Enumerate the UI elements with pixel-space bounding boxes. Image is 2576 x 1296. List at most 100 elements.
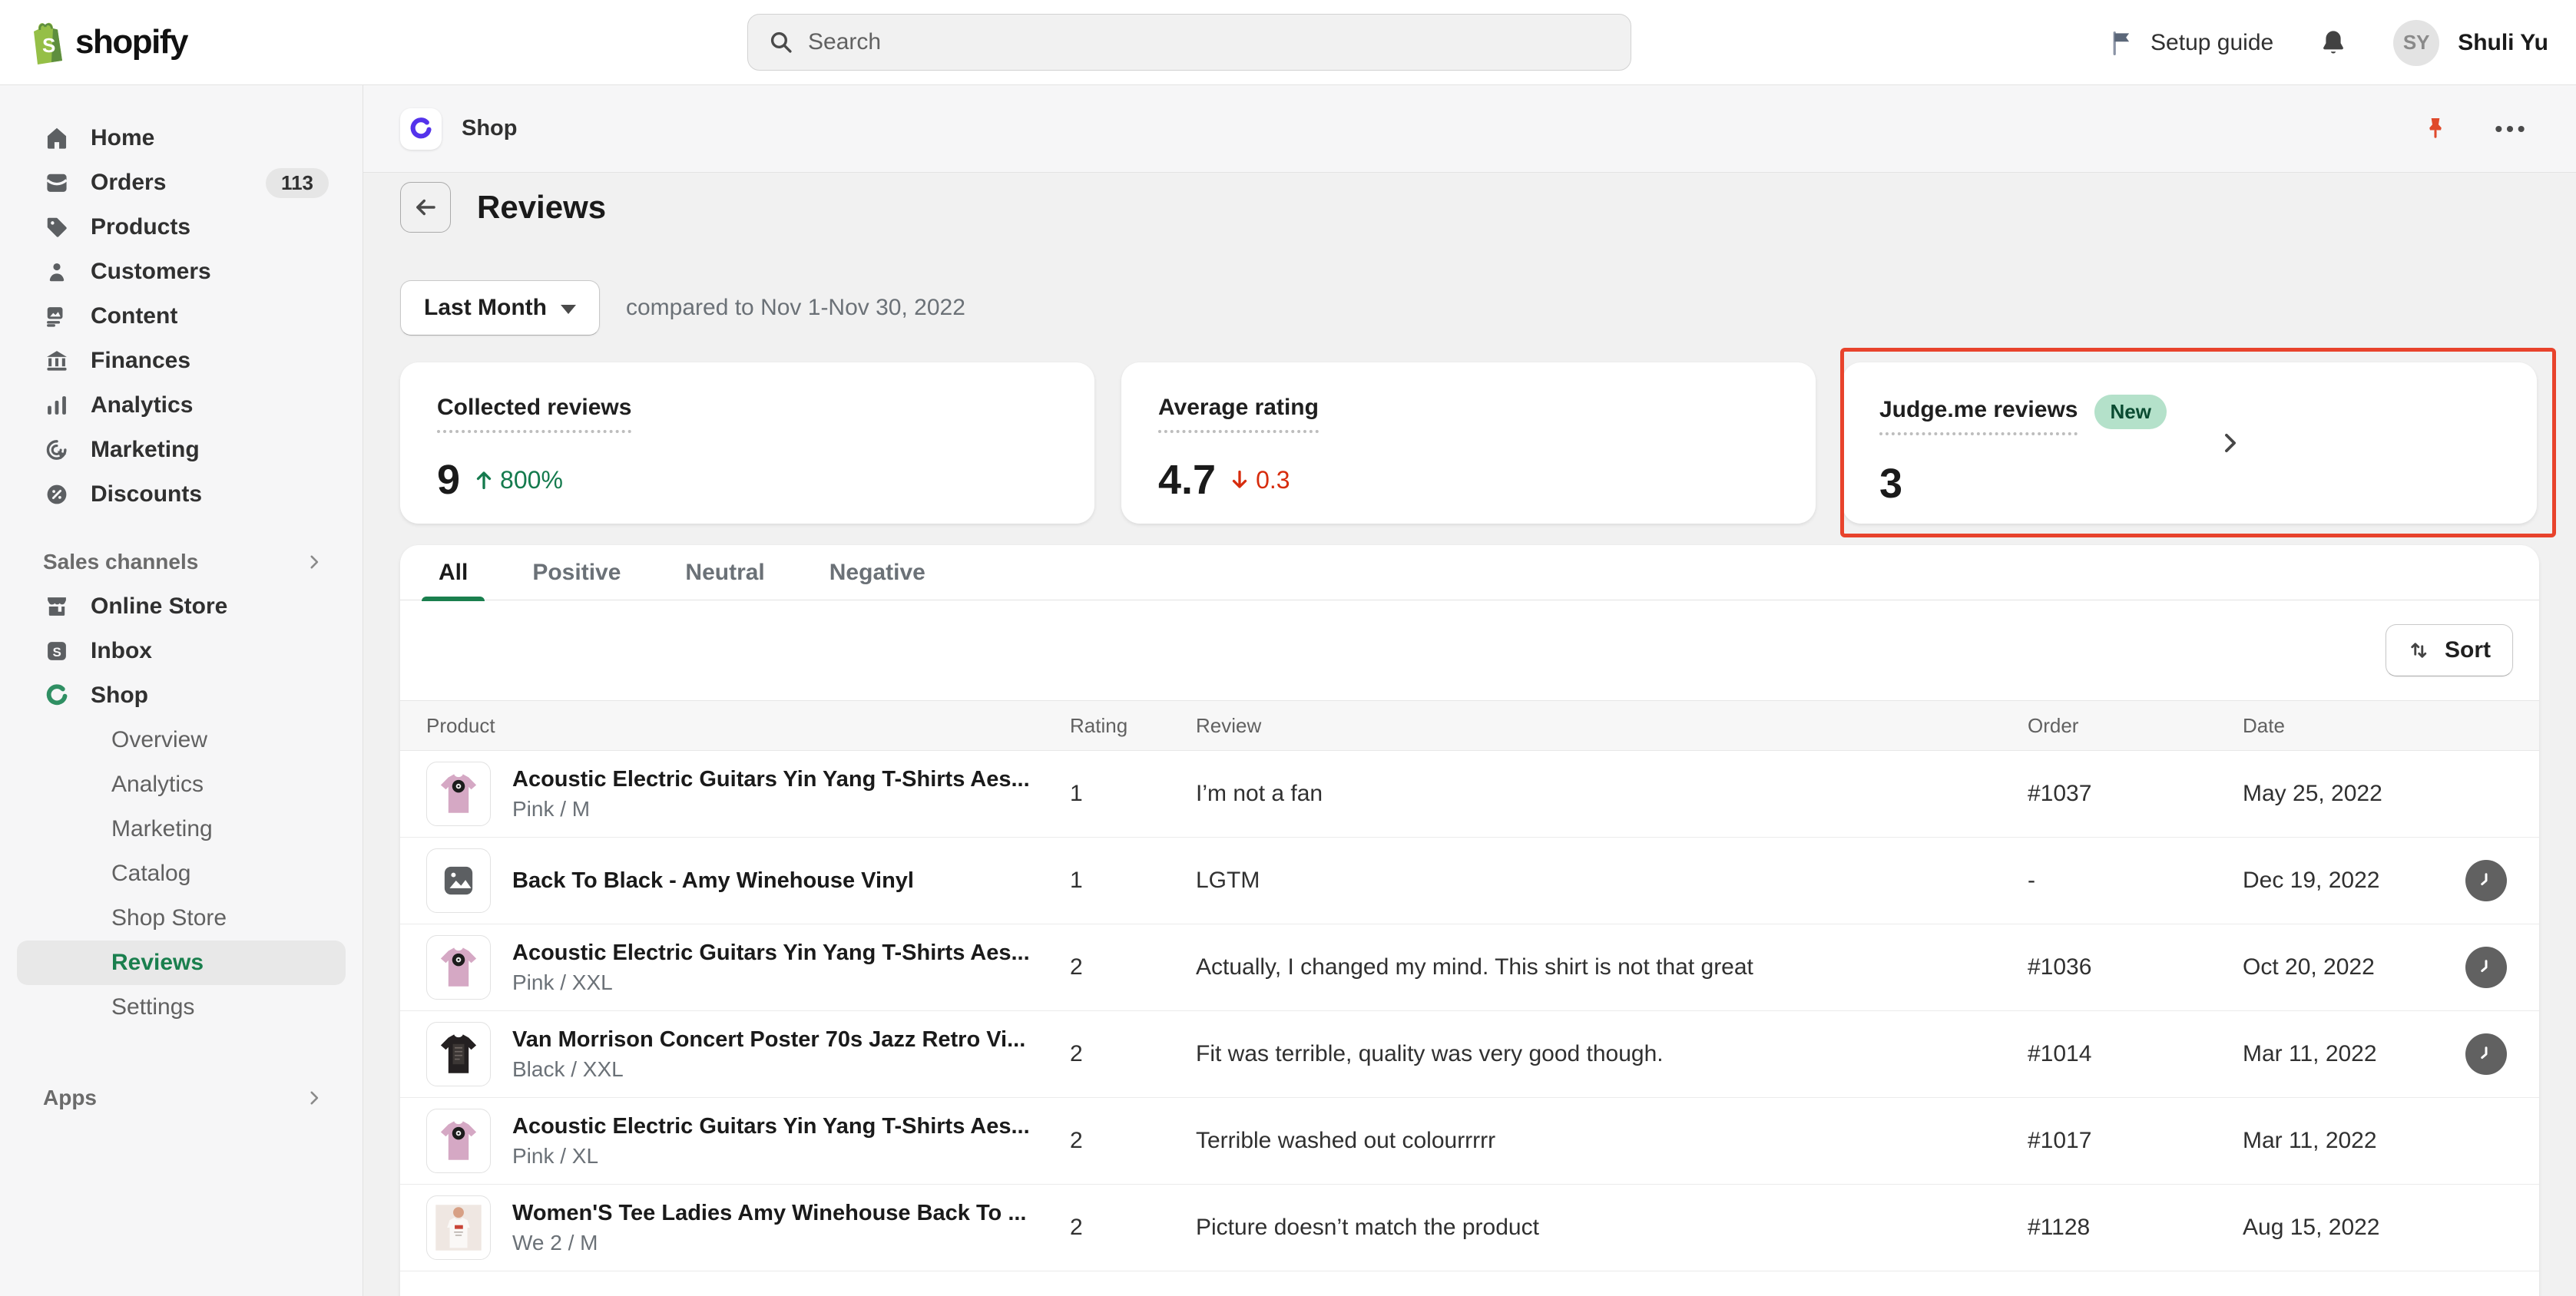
sales-channels-header[interactable]: Sales channels [0,540,363,584]
sidebar-item-products[interactable]: Products [0,205,363,250]
bank-icon [43,347,71,375]
user-menu[interactable]: SY Shuli Yu [2393,20,2548,66]
collected-reviews-card: Collected reviews 9 800% [400,362,1094,524]
subitem-label: Overview [111,727,207,753]
chevron-right-icon [304,1088,324,1108]
product-title: Van Morrison Concert Poster 70s Jazz Ret… [512,1027,1025,1053]
pin-icon[interactable] [2421,114,2450,144]
sidebar-item-finances[interactable]: Finances [0,339,363,383]
review-text: Picture doesn’t match the product [1196,1215,2028,1241]
sidebar-subitem-marketing[interactable]: Marketing [0,807,363,851]
sidebar-item-label: Analytics [91,392,329,418]
shopify-bag-icon: S [23,18,68,67]
review-text: LGTM [1196,868,2028,894]
target-cursor-icon [43,436,71,464]
subitem-label: Settings [111,994,194,1020]
tab-neutral[interactable]: Neutral [668,545,781,600]
arrow-down-icon [1228,468,1251,492]
product-thumbnail [426,1195,491,1260]
sort-row: Sort [400,600,2539,700]
app-name: Shop [462,116,518,141]
product-thumbnail [426,1109,491,1173]
period-dropdown[interactable]: Last Month [400,280,600,336]
compare-text: compared to Nov 1-Nov 30, 2022 [626,295,965,321]
sidebar-item-inbox[interactable]: S Inbox [0,629,363,673]
caret-down-icon [561,305,576,314]
order-number: #1017 [2028,1128,2243,1154]
product-title: Back To Black - Amy Winehouse Vinyl [512,868,914,894]
sort-button[interactable]: Sort [2386,624,2513,676]
back-button[interactable] [400,182,451,233]
sidebar-item-online-store[interactable]: Online Store [0,584,363,629]
tab-label: All [439,560,468,586]
table-row[interactable]: Women'S Tee Ladies Amy Winehouse Back To… [400,1185,2539,1271]
more-actions-icon[interactable] [2493,114,2527,144]
subitem-label: Shop Store [111,905,227,931]
sidebar-item-customers[interactable]: Customers [0,250,363,294]
tab-negative[interactable]: Negative [813,545,942,600]
sidebar-item-label: Finances [91,348,329,374]
sidebar-item-home[interactable]: Home [0,116,363,160]
col-rating: Rating [1070,714,1196,738]
storefront-icon [43,593,71,620]
tab-all[interactable]: All [422,545,485,600]
page-content: Reviews Last Month compared to Nov 1-Nov… [363,173,2576,1296]
sidebar-item-label: Content [91,303,329,329]
sidebar-item-shop[interactable]: Shop [0,673,363,718]
product-title: Women'S Tee Ladies Amy Winehouse Back To… [512,1201,1027,1226]
apps-label: Apps [43,1086,97,1110]
judgeme-reviews-card[interactable]: Judge.me reviews New 3 [1843,362,2537,524]
table-row[interactable]: Acoustic Electric Guitars Yin Yang T-Shi… [400,1098,2539,1185]
col-review: Review [1196,714,2028,738]
sidebar-subitem-shop-store[interactable]: Shop Store [0,896,363,941]
subitem-label: Reviews [111,950,204,976]
shop-app-icon [400,108,442,150]
product-variant: Black / XXL [512,1057,1025,1082]
tab-positive[interactable]: Positive [515,545,637,600]
table-row[interactable]: Back To Black - Amy Winehouse Vinyl 1 LG… [400,838,2539,924]
notification-bell-icon[interactable] [2318,28,2349,58]
average-rating-card: Average rating 4.7 0.3 [1121,362,1816,524]
body: Home Orders 113 Products Customers Conte… [0,85,2576,1296]
bar-chart-icon [43,392,71,419]
stat-value: 3 [1879,460,1902,507]
sidebar-item-orders[interactable]: Orders 113 [0,160,363,205]
review-date: Oct 20, 2022 [2243,954,2375,980]
table-row[interactable]: Acoustic Electric Guitars Yin Yang T-Shi… [400,751,2539,838]
sidebar-subitem-overview[interactable]: Overview [0,718,363,762]
sidebar-subitem-catalog[interactable]: Catalog [0,851,363,896]
arrow-up-icon [472,468,495,492]
subitem-label: Catalog [111,861,190,887]
sidebar-item-discounts[interactable]: Discounts [0,472,363,517]
sidebar-subitem-settings[interactable]: Settings [0,985,363,1030]
content-icon [43,303,71,330]
topbar-right: Setup guide SY Shuli Yu [2109,0,2548,85]
sidebar-subitem-reviews[interactable]: Reviews [17,941,346,985]
chevron-right-icon [2217,428,2243,458]
svg-text:S: S [42,34,55,57]
order-number: #1036 [2028,954,2243,980]
table-header: Product Rating Review Order Date [400,700,2539,751]
sidebar-item-content[interactable]: Content [0,294,363,339]
controls-row: Last Month compared to Nov 1-Nov 30, 202… [400,280,2539,336]
edited-clock-icon [2465,1033,2507,1075]
rating-value: 2 [1070,954,1196,980]
home-icon [43,124,71,152]
setup-guide-button[interactable]: Setup guide [2109,29,2273,57]
svg-text:S: S [53,645,61,660]
sidebar-item-analytics[interactable]: Analytics [0,383,363,428]
sidebar-item-marketing[interactable]: Marketing [0,428,363,472]
sidebar-subitem-analytics[interactable]: Analytics [0,762,363,807]
shopify-logo[interactable]: S shopify [0,18,187,67]
search-bar[interactable] [747,14,1631,71]
product-title: Acoustic Electric Guitars Yin Yang T-Shi… [512,941,1030,966]
table-row[interactable]: Van Morrison Concert Poster 70s Jazz Ret… [400,1011,2539,1098]
sidebar-item-label: Marketing [91,437,329,463]
review-date: Mar 11, 2022 [2243,1128,2377,1154]
product-thumbnail-placeholder [426,848,491,913]
search-input[interactable] [808,29,1499,55]
product-thumbnail [426,762,491,826]
orders-icon [43,169,71,197]
table-row[interactable]: Acoustic Electric Guitars Yin Yang T-Shi… [400,924,2539,1011]
apps-header[interactable]: Apps [0,1076,363,1120]
